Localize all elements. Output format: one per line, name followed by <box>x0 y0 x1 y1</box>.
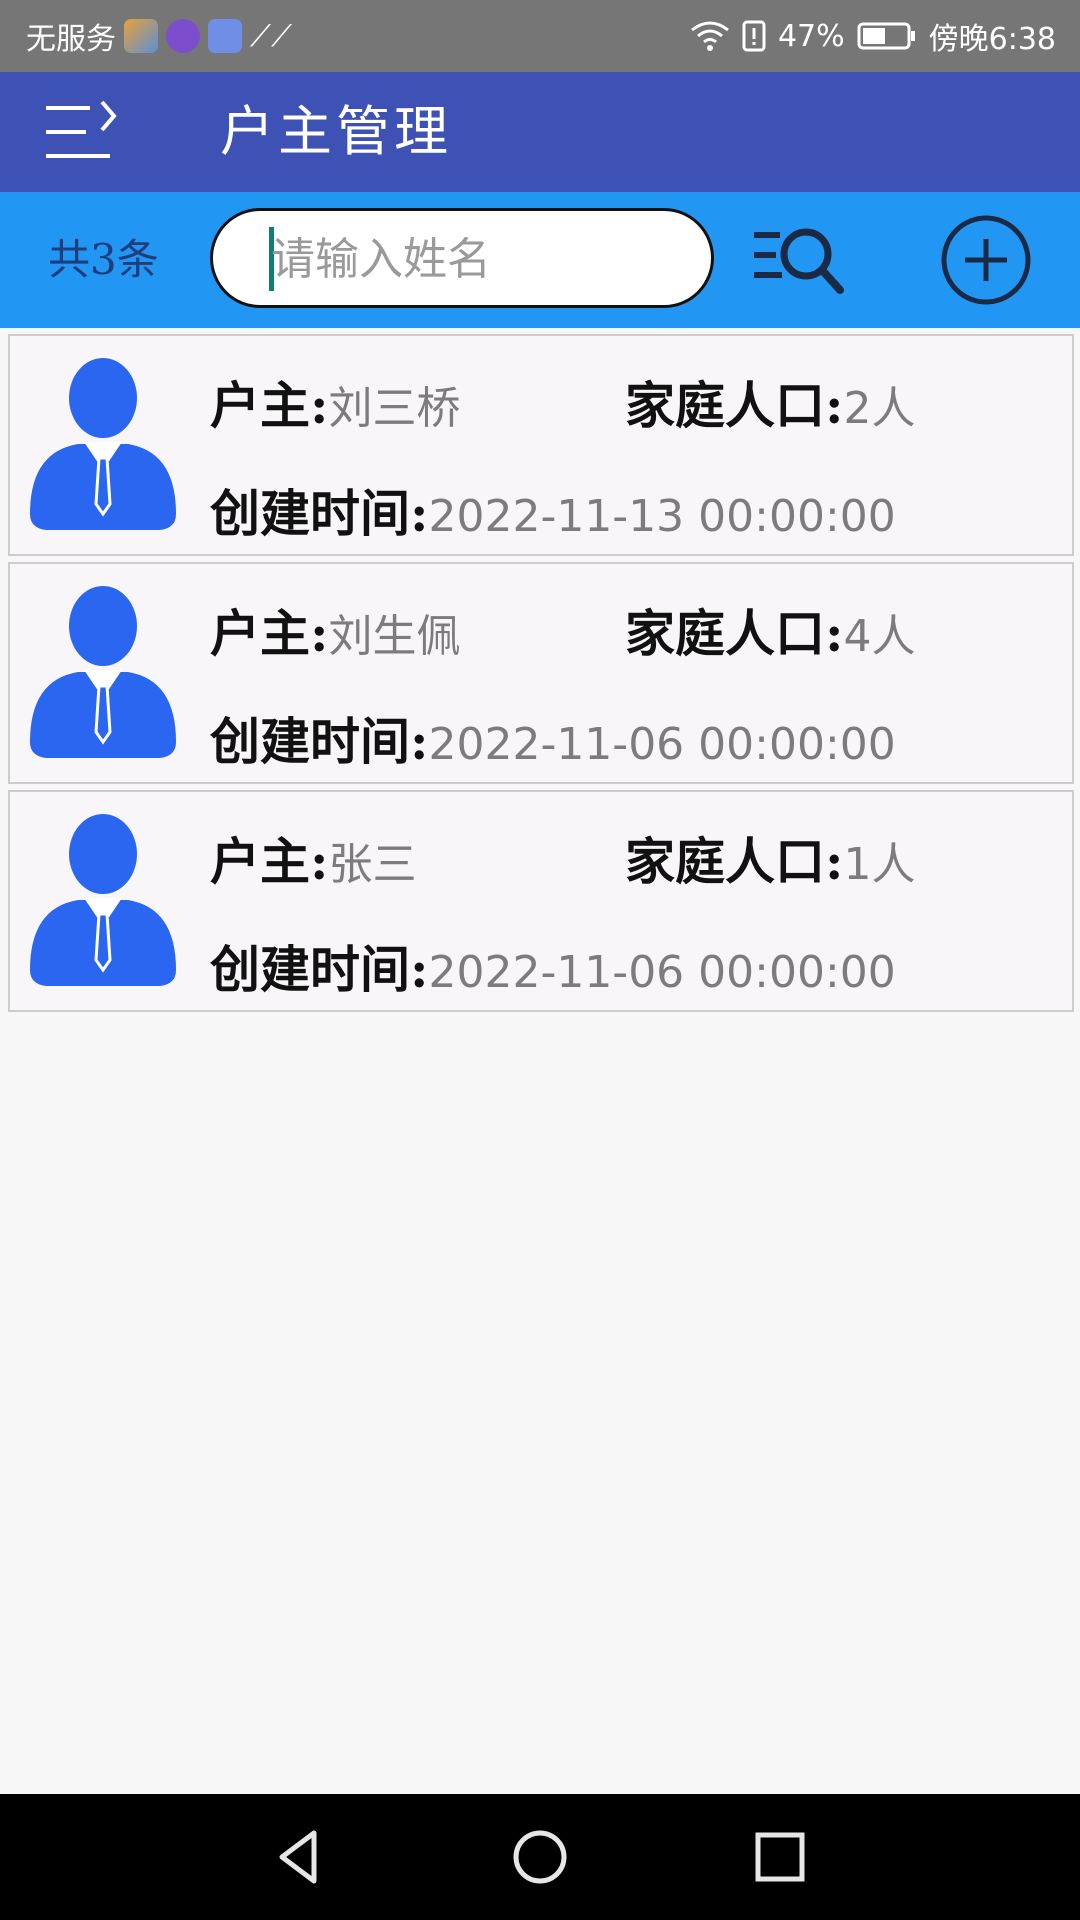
user-avatar-icon <box>30 814 176 986</box>
clock: 傍晚6:38 <box>928 22 1056 57</box>
created-value: 2022-11-13 00:00:00 <box>428 491 896 542</box>
owner-name: 张三 <box>328 839 417 890</box>
app-toolbar: 户主管理 <box>0 72 1080 192</box>
household-card[interactable]: 户主:张三 家庭人口:1人 创建时间:2022-11-06 00:00:00 <box>8 790 1074 1012</box>
user-avatar-icon <box>30 586 176 758</box>
family-size-label: 家庭人口: <box>625 832 844 891</box>
page-title: 户主管理 <box>220 100 452 163</box>
result-count: 共3条 <box>48 235 159 284</box>
created-label: 创建时间: <box>210 484 429 543</box>
link-app-icon: ⟋⟋ <box>250 18 292 54</box>
status-bar-right: 47% 傍晚6:38 <box>690 0 1056 72</box>
created-value: 2022-11-06 00:00:00 <box>428 947 896 998</box>
back-icon[interactable] <box>270 1827 330 1887</box>
add-circle-icon <box>941 215 1031 305</box>
family-size-label: 家庭人口: <box>625 376 844 435</box>
menu-button[interactable] <box>44 98 126 166</box>
system-nav-bar <box>0 1794 1080 1920</box>
name-search-input[interactable] <box>269 219 693 299</box>
created-label: 创建时间: <box>210 940 429 999</box>
battery-icon <box>857 22 915 50</box>
add-household-button[interactable] <box>938 212 1034 308</box>
owner-line: 户主:张三 <box>210 822 416 894</box>
owner-line: 户主:刘三桥 <box>210 366 460 438</box>
user-avatar-icon <box>30 358 176 530</box>
owner-label: 户主: <box>210 832 329 891</box>
status-bar-left: 无服务 ⟋⟋ <box>26 0 292 72</box>
owner-label: 户主: <box>210 376 329 435</box>
recents-icon[interactable] <box>750 1827 810 1887</box>
music-app-icon <box>166 19 200 53</box>
family-size-line: 家庭人口:2人 <box>625 366 915 438</box>
created-label: 创建时间: <box>210 712 429 771</box>
home-icon[interactable] <box>510 1827 570 1887</box>
list-search-icon <box>754 228 844 294</box>
search-field-container <box>210 208 714 308</box>
family-size-value: 1人 <box>843 839 916 890</box>
family-size-label: 家庭人口: <box>625 604 844 663</box>
household-card[interactable]: 户主:刘三桥 家庭人口:2人 创建时间:2022-11-13 00:00:00 <box>8 334 1074 556</box>
game-app-icon <box>124 19 158 53</box>
wifi-icon <box>691 21 729 51</box>
household-card[interactable]: 户主:刘生佩 家庭人口:4人 创建时间:2022-11-06 00:00:00 <box>8 562 1074 784</box>
search-button[interactable] <box>750 218 850 298</box>
owner-label: 户主: <box>210 604 329 663</box>
created-value: 2022-11-06 00:00:00 <box>428 719 896 770</box>
owner-name: 刘三桥 <box>328 383 461 434</box>
alert-sim-icon <box>742 20 766 52</box>
itunes-app-icon <box>208 19 242 53</box>
family-size-value: 4人 <box>843 611 916 662</box>
status-bar: 无服务 ⟋⟋ 47% 傍晚6:38 <box>0 0 1080 72</box>
family-size-line: 家庭人口:4人 <box>625 594 915 666</box>
created-line: 创建时间:2022-11-13 00:00:00 <box>210 474 896 546</box>
menu-open-icon <box>46 100 117 158</box>
household-list: 户主:刘三桥 家庭人口:2人 创建时间:2022-11-13 00:00:00 … <box>8 334 1074 1018</box>
carrier-label: 无服务 <box>26 22 116 57</box>
family-size-value: 2人 <box>843 383 916 434</box>
created-line: 创建时间:2022-11-06 00:00:00 <box>210 930 896 1002</box>
search-bar: 共3条 <box>0 192 1080 328</box>
created-line: 创建时间:2022-11-06 00:00:00 <box>210 702 896 774</box>
owner-name: 刘生佩 <box>328 611 461 662</box>
battery-percent: 47% <box>777 18 845 54</box>
owner-line: 户主:刘生佩 <box>210 594 460 666</box>
family-size-line: 家庭人口:1人 <box>625 822 915 894</box>
